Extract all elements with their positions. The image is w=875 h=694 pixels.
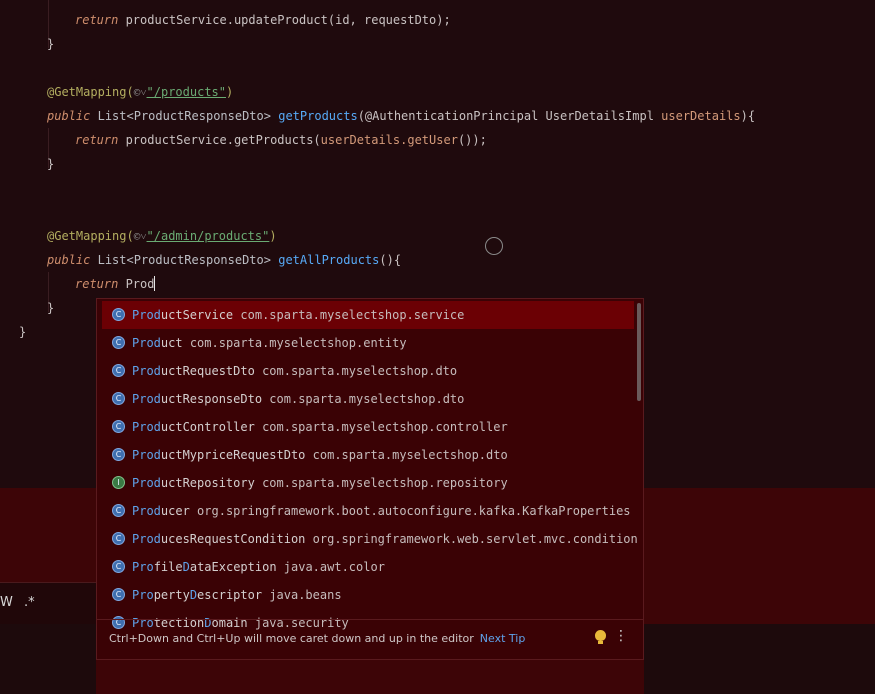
completion-label: ProducesRequestCondition org.springframe… (132, 532, 638, 546)
class-icon: C (112, 336, 125, 349)
code-line: public List<ProductResponseDto> getProdu… (47, 109, 756, 123)
globe-icon: ©˅ (133, 86, 147, 99)
completion-item[interactable]: C ProductService com.sparta.myselectshop.… (102, 301, 634, 329)
more-options-icon[interactable]: ⋮ (614, 628, 628, 644)
completion-label: ProductController com.sparta.myselectsho… (132, 420, 508, 434)
completion-label: ProfileDataException java.awt.color (132, 560, 385, 574)
completion-label: ProductRepository com.sparta.myselectsho… (132, 476, 508, 490)
autocomplete-popup: C ProductService com.sparta.myselectshop.… (96, 298, 644, 660)
completion-package: java.awt.color (283, 560, 385, 574)
next-tip-link[interactable]: Next Tip (480, 632, 526, 645)
code-line: return productService.getProducts(userDe… (75, 133, 487, 147)
class-icon: C (112, 420, 125, 433)
completion-item[interactable]: C ProducesRequestCondition org.springfram… (102, 525, 638, 553)
popup-scrollbar[interactable] (637, 303, 641, 401)
completion-package: java.beans (269, 588, 342, 602)
interface-icon: I (112, 476, 125, 489)
completion-label: ProductResponseDto com.sparta.myselectsh… (132, 392, 465, 406)
class-icon: C (112, 504, 125, 517)
completion-package: com.sparta.myselectshop.dto (262, 364, 458, 378)
completion-label: PropertyDescriptor java.beans (132, 588, 342, 602)
completion-package: com.sparta.myselectshop.controller (262, 420, 508, 434)
completion-item[interactable]: C ProfileDataException java.awt.color (102, 553, 634, 581)
class-icon: C (112, 532, 125, 545)
code-line: } (47, 301, 55, 315)
words-toggle[interactable]: W (0, 595, 13, 610)
find-bar: W .* (0, 582, 96, 626)
completion-package: com.sparta.myselectshop.repository (262, 476, 508, 490)
completion-label: Producer org.springframework.boot.autoco… (132, 504, 631, 518)
text-caret (154, 276, 156, 291)
class-icon: C (112, 364, 125, 377)
completion-item[interactable]: C Producer org.springframework.boot.autoc… (102, 497, 634, 525)
completion-label: ProductService com.sparta.myselectshop.s… (132, 308, 465, 322)
class-icon: C (112, 308, 125, 321)
globe-icon: ©˅ (133, 230, 147, 243)
code-line: } (19, 325, 27, 339)
completion-label: ProductMypriceRequestDto com.sparta.myse… (132, 448, 508, 462)
completion-package: com.sparta.myselectshop.service (240, 308, 465, 322)
completion-item[interactable]: C ProductResponseDto com.sparta.myselects… (102, 385, 634, 413)
completion-package: com.sparta.myselectshop.dto (312, 448, 508, 462)
completion-item[interactable]: I ProductRepository com.sparta.myselectsh… (102, 469, 634, 497)
completion-package: com.sparta.myselectshop.dto (269, 392, 465, 406)
completion-item[interactable]: C Product com.sparta.myselectshop.entity (102, 329, 634, 357)
panel-bottom (0, 624, 96, 694)
class-icon: C (112, 448, 125, 461)
completion-package: org.springframework.boot.autoconfigure.k… (197, 504, 631, 518)
class-icon: C (112, 588, 125, 601)
code-line: public List<ProductResponseDto> getAllPr… (47, 253, 402, 267)
mouse-cursor-icon (485, 237, 503, 255)
class-icon: C (112, 392, 125, 405)
regex-toggle[interactable]: .* (24, 595, 35, 610)
lightbulb-icon[interactable] (595, 630, 606, 644)
tip-text: Ctrl+Down and Ctrl+Up will move caret do… (109, 632, 526, 645)
popup-footer: Ctrl+Down and Ctrl+Up will move caret do… (97, 619, 643, 659)
completion-label: ProductRequestDto com.sparta.myselectsho… (132, 364, 458, 378)
completion-item[interactable]: C PropertyDescriptor java.beans (102, 581, 634, 609)
code-line: } (47, 157, 55, 171)
completion-label: Product com.sparta.myselectshop.entity (132, 336, 407, 350)
completion-item[interactable]: C ProductRequestDto com.sparta.myselectsh… (102, 357, 634, 385)
find-bar-right (644, 582, 875, 624)
completion-item[interactable]: C ProductController com.sparta.myselectsh… (102, 413, 634, 441)
code-line-current[interactable]: return Prod (75, 272, 156, 296)
panel-bottom-right (644, 624, 875, 694)
completion-item[interactable]: C ProductMypriceRequestDto com.sparta.mys… (102, 441, 634, 469)
code-line: @GetMapping(©˅"/admin/products") (47, 229, 277, 243)
completion-package: org.springframework.web.servlet.mvc.cond… (312, 532, 638, 546)
code-line: return productService.updateProduct(id, … (75, 13, 451, 27)
completion-package: com.sparta.myselectshop.entity (189, 336, 407, 350)
code-line: } (47, 37, 55, 51)
code-line: @GetMapping(©˅"/products") (47, 85, 234, 99)
class-icon: C (112, 560, 125, 573)
